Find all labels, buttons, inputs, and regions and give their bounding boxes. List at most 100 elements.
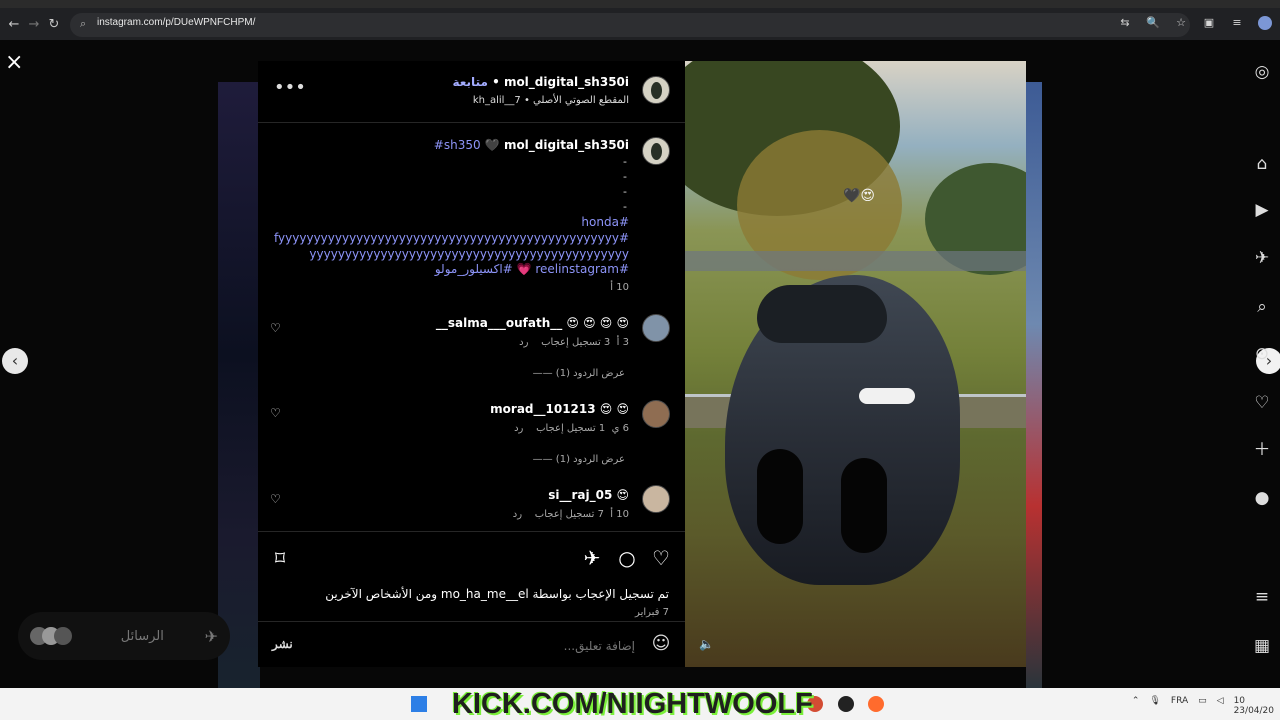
back-icon[interactable]: ← <box>4 16 24 34</box>
profile-icon[interactable]: ● <box>1252 488 1272 508</box>
reply-button[interactable]: رد <box>519 337 528 348</box>
direct-icon[interactable]: ✈ <box>1252 248 1272 268</box>
comment-avatar[interactable] <box>642 314 670 342</box>
network-icon[interactable]: ▭ <box>1198 696 1207 716</box>
system-tray: ⌃ 🎙 FRA ▭ ◁ 10 23/04/20 <box>1132 696 1274 716</box>
comment-input[interactable] <box>443 635 635 657</box>
comment-heart-icon[interactable]: ♡ <box>270 321 281 335</box>
caption-author-username[interactable]: mol_digital_sh350i <box>504 138 629 152</box>
caption-tag[interactable]: #sh350 <box>434 138 481 152</box>
comment-username[interactable]: __salma___oufath__ <box>436 316 562 330</box>
caption-dash: - <box>623 200 627 213</box>
refresh-icon[interactable]: ↻ <box>44 16 64 34</box>
url-text[interactable]: instagram.com/p/DUeWPNFCHPM/ <box>97 17 255 28</box>
comment-username[interactable]: morad__101213 <box>490 402 595 416</box>
volume-icon[interactable]: ◁ <box>1217 696 1224 716</box>
extensions-icon[interactable]: ▣ <box>1202 16 1216 30</box>
explore-icon[interactable]: ⊙ <box>1252 344 1272 364</box>
comment-emojis: 😍 <box>616 488 629 502</box>
hashtag-reelinstagram[interactable]: #reelinstagram 💗 #اكسيلور_مولو <box>435 262 629 276</box>
app-icon[interactable] <box>838 696 854 712</box>
comment-emojis: 😍 😍 😍 😍 <box>566 316 629 330</box>
comment-meta: 6 ي 1 تسجيل إعجاب رد <box>514 423 629 434</box>
time: 10 <box>1233 696 1246 706</box>
more-options-icon[interactable]: ••• <box>274 77 306 98</box>
post-media-video[interactable]: 🖤😍 🔈 <box>685 61 1026 667</box>
caption-author-line: #sh350 🖤 mol_digital_sh350i <box>434 138 629 152</box>
messages-button[interactable]: الرسائل ✈ <box>18 612 230 660</box>
kick-overlay: KICK.COM/NIIGHTWOOLF <box>452 688 813 720</box>
comment-icon[interactable]: ○ <box>615 546 639 570</box>
windows-start-icon[interactable] <box>411 696 427 712</box>
comment-text: 😍 si__raj_05 <box>548 488 629 502</box>
hashtag-fyp-continuation[interactable]: yyyyyyyyyyyyyyyyyyyyyyyyyyyyyyyyyyyyyyyy… <box>309 247 629 261</box>
scooter-headlight <box>859 388 915 404</box>
share-icon[interactable]: ✈ <box>580 546 604 570</box>
view-replies-button[interactable]: —— عرض الردود (1) <box>533 368 625 379</box>
post-comment-button[interactable]: نشر <box>272 637 293 651</box>
comment-likes[interactable]: 1 تسجيل إعجاب <box>536 423 605 434</box>
likes-summary[interactable]: تم تسجيل الإعجاب بواسطة mo_ha_me__el ومن… <box>325 587 669 601</box>
comment-heart-icon[interactable]: ♡ <box>270 406 281 420</box>
caption-heart: 🖤 <box>484 138 500 152</box>
caption-age: 10 أ <box>610 282 629 293</box>
follow-button[interactable]: متابعة <box>453 75 488 89</box>
reply-button[interactable]: رد <box>513 509 522 520</box>
profile-avatar[interactable] <box>1258 16 1272 30</box>
mic-icon[interactable] <box>868 696 884 712</box>
date: 23/04/20 <box>1233 706 1274 716</box>
comment-likes[interactable]: 3 تسجيل إعجاب <box>541 337 610 348</box>
comment-emojis: 😍 😍 <box>599 402 629 416</box>
comment-heart-icon[interactable]: ♡ <box>270 492 281 506</box>
create-icon[interactable]: ＋ <box>1252 440 1272 460</box>
post-author-row: mol_digital_sh350i • متابعة <box>452 75 630 89</box>
view-replies-label[interactable]: عرض الردود (1) <box>556 368 625 379</box>
hashtag-fyp[interactable]: #fyyyyyyyyyyyyyyyyyyyyyyyyyyyyyyyyyyyyyy… <box>274 231 629 245</box>
background-video-right <box>1026 82 1042 688</box>
hashtag-honda[interactable]: #honda <box>581 215 629 229</box>
post-details-panel: ••• mol_digital_sh350i • متابعة المقطع ا… <box>258 61 685 667</box>
caption-dash: - <box>623 170 627 183</box>
view-replies-label[interactable]: عرض الردود (1) <box>556 454 625 465</box>
page-info-icon[interactable]: ⌕ <box>80 17 86 31</box>
reels-icon[interactable]: ▶ <box>1252 200 1272 220</box>
clock[interactable]: 10 23/04/20 <box>1234 696 1274 716</box>
reply-button[interactable]: رد <box>514 423 523 434</box>
audio-label[interactable]: المقطع الصوتي الأصلي • kh_alil__7 <box>473 95 629 106</box>
forward-icon[interactable]: → <box>24 16 44 34</box>
comment-avatar[interactable] <box>642 485 670 513</box>
menu-lines-icon[interactable]: ≡ <box>1230 16 1244 30</box>
caption-author-avatar[interactable] <box>642 137 670 165</box>
view-replies-button[interactable]: —— عرض الردود (1) <box>533 454 625 465</box>
language-indicator[interactable]: FRA <box>1171 696 1188 716</box>
heart-icon[interactable]: ♡ <box>649 546 673 570</box>
menu-icon[interactable]: ≡ <box>1252 587 1272 607</box>
mic-tray-icon[interactable]: 🎙 <box>1149 696 1160 716</box>
apps-icon[interactable]: ▦ <box>1252 636 1272 656</box>
translate-icon[interactable]: ⇆ <box>1118 16 1132 30</box>
comment-age: 6 ي <box>611 423 629 434</box>
speaker-icon[interactable]: 🔈 <box>699 637 714 651</box>
smile-icon[interactable]: ☺ <box>651 634 671 654</box>
heart-icon[interactable]: ♡ <box>1252 393 1272 413</box>
background-road <box>685 251 1026 271</box>
bookmark-star-icon[interactable]: ☆ <box>1174 16 1188 30</box>
zoom-icon[interactable]: 🔍 <box>1146 16 1160 30</box>
post-author-username[interactable]: mol_digital_sh350i <box>504 75 629 89</box>
post-dialog: ••• mol_digital_sh350i • متابعة المقطع ا… <box>258 61 1026 667</box>
comment-avatar[interactable] <box>642 400 670 428</box>
close-icon[interactable]: × <box>5 52 23 74</box>
post-date: 7 فبراير <box>635 607 669 618</box>
chevron-up-icon[interactable]: ⌃ <box>1132 696 1140 716</box>
comment-age: 10 أ <box>610 509 629 520</box>
bookmark-icon[interactable]: ⌑ <box>268 546 292 570</box>
comment-username[interactable]: si__raj_05 <box>548 488 612 502</box>
instagram-logo-icon[interactable]: ◎ <box>1252 62 1272 82</box>
search-icon[interactable]: ⌕ <box>1252 297 1272 317</box>
comment-likes[interactable]: 7 تسجيل إعجاب <box>535 509 604 520</box>
chevron-left-icon[interactable]: ‹ <box>2 348 28 374</box>
instagram-sidebar: ◎ ⌂ ▶ ✈ ⌕ ⊙ ♡ ＋ ● ≡ ▦ <box>1240 54 1280 674</box>
address-bar[interactable]: ⌕ instagram.com/p/DUeWPNFCHPM/ <box>70 13 1190 37</box>
home-icon[interactable]: ⌂ <box>1252 154 1272 174</box>
post-author-avatar[interactable] <box>642 76 670 104</box>
